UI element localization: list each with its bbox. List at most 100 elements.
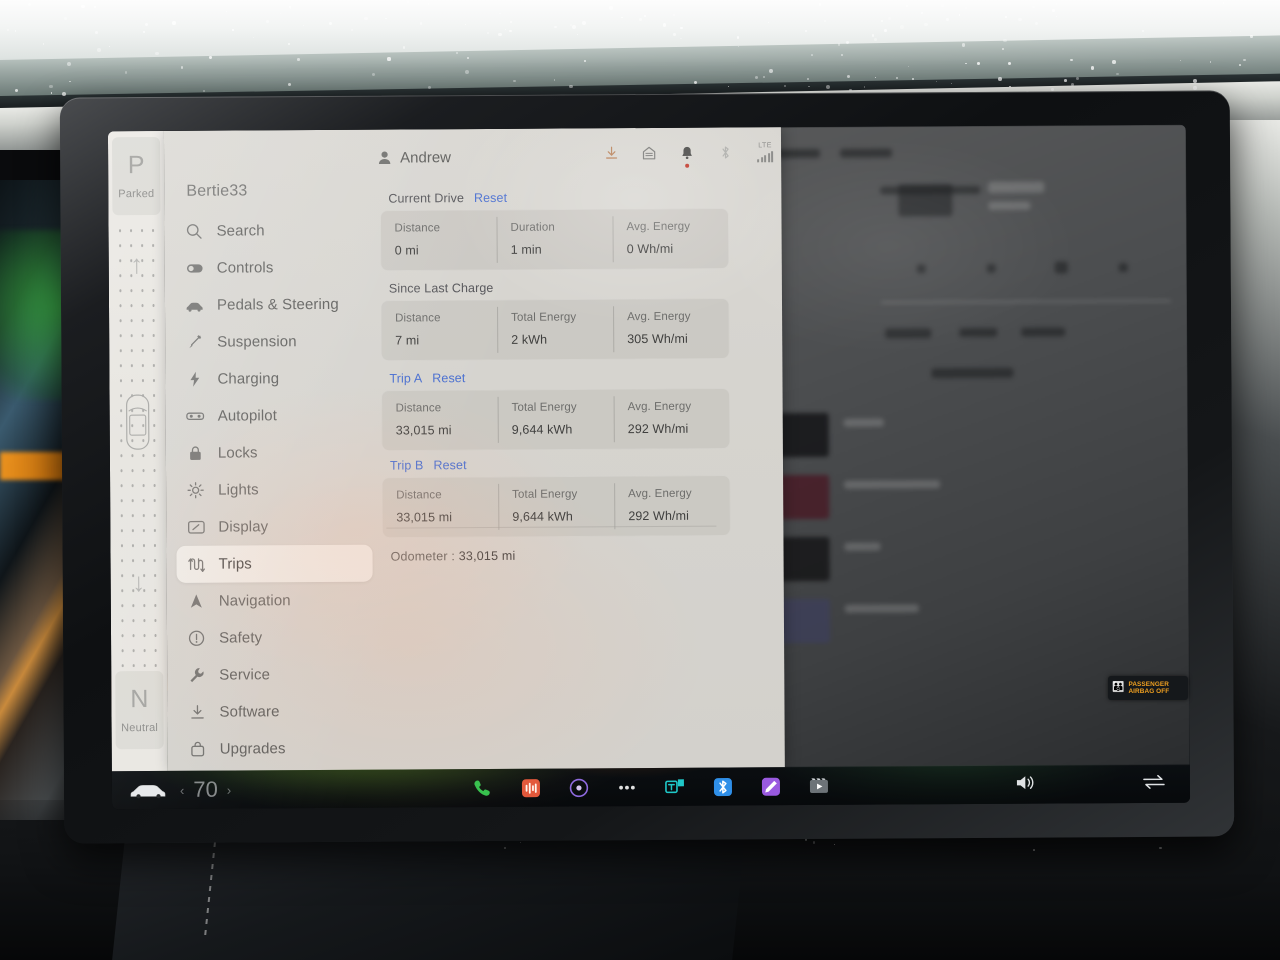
toggle-icon [185, 259, 204, 278]
bluetooth-app-icon[interactable] [711, 775, 734, 798]
stat-label: Distance [396, 489, 442, 502]
stat-value: 33,015 mi [395, 423, 452, 438]
stat-label: Total Energy [512, 488, 578, 501]
sidebar-item-lights[interactable]: Lights [176, 471, 372, 509]
vehicle-controls-icon[interactable] [128, 781, 170, 799]
stat-label: Total Energy [511, 311, 577, 324]
stat-value: 0 mi [394, 243, 419, 258]
gear-neutral-letter: N [130, 684, 149, 713]
taskbar-right [1015, 772, 1166, 796]
trip-section: Since Last Charge Distance 7 mi Total Energ… [380, 279, 730, 361]
sidebar-item-label: Software [219, 703, 280, 721]
sidebar-item-label: Locks [217, 444, 258, 462]
gear-neutral[interactable]: N Neutral [115, 670, 164, 750]
airbag-figure-icon: 👪 [1112, 682, 1125, 693]
bluetooth-icon[interactable] [717, 143, 733, 161]
gear-park[interactable]: P Parked [111, 136, 161, 216]
profile-name: Andrew [400, 148, 452, 167]
sidebar-item-suspension[interactable]: Suspension [175, 323, 371, 361]
sidebar-item-software[interactable]: Software [177, 693, 373, 731]
notification-bell-icon[interactable] [679, 144, 695, 168]
sidebar-item-search[interactable]: Search [174, 212, 370, 250]
home-icon[interactable] [641, 144, 657, 162]
stat-cell: Duration 1 min [496, 209, 612, 270]
section-title[interactable]: Trip A [389, 371, 422, 385]
swap-arrows-icon[interactable] [1142, 772, 1166, 795]
car-icon [185, 296, 204, 315]
stat-value: 305 Wh/mi [627, 331, 688, 347]
sidebar-item-service[interactable]: Service [177, 656, 373, 694]
software-update-download-icon[interactable] [603, 144, 619, 162]
airbag-line-2: AIRBAG OFF [1128, 688, 1170, 695]
gear-up-arrow-icon[interactable]: ↑ [115, 249, 159, 279]
stats-card: Distance 0 mi Duration 1 min Avg. Energy 0 Wh… [380, 208, 729, 271]
sidebar-item-upgrades[interactable]: Upgrades [178, 730, 374, 768]
stat-cell: Avg. Energy 292 Wh/mi [614, 388, 730, 449]
section-header: Trip A Reset [381, 369, 729, 385]
sidebar-item-trips[interactable]: Trips [176, 544, 373, 583]
sidebar-item-label: Lights [218, 481, 259, 499]
status-bar: Andrew LTE [376, 141, 781, 171]
stat-label: Avg. Energy [626, 220, 691, 234]
sidebar-item-label: Safety [218, 629, 263, 647]
gear-down-arrow-icon[interactable]: ↓ [117, 567, 161, 597]
stat-cell: Avg. Energy 305 Wh/mi [613, 298, 729, 359]
download-icon [187, 703, 206, 722]
trip-section: Current Drive Reset Distance 0 mi Duration 1 … [380, 189, 729, 271]
vehicle-top-view-icon [126, 394, 150, 450]
wrench-icon [187, 666, 206, 685]
profile-button[interactable]: Andrew [378, 149, 451, 166]
sidebar-item-label: Display [218, 518, 269, 536]
taskbar: ‹ 70 › [111, 764, 1191, 810]
stat-cell: Total Energy 2 kWh [497, 299, 613, 360]
voice-note-app-icon[interactable] [759, 775, 782, 798]
toybox-app-icon[interactable] [663, 775, 686, 798]
sidebar-item-autopilot[interactable]: Autopilot [176, 397, 372, 435]
reset-button[interactable]: Reset [433, 458, 466, 472]
audio-app-icon[interactable] [519, 776, 542, 799]
stat-label: Distance [394, 222, 441, 235]
settings-nav-list: Search Controls Pedals & Steering Suspensio… [174, 212, 373, 768]
airbag-text: PASSENGER AIRBAG OFF [1128, 681, 1169, 695]
sidebar-item-locks[interactable]: Locks [176, 434, 372, 472]
stat-label: Distance [395, 312, 441, 325]
media-app-icon[interactable] [567, 776, 590, 799]
temp-increase-icon[interactable]: › [227, 782, 231, 797]
sidebar-item-label: Charging [217, 370, 280, 388]
safety-icon [187, 629, 206, 648]
more-apps-icon[interactable] [615, 776, 638, 799]
reset-button[interactable]: Reset [432, 371, 465, 385]
sidebar-item-navigation[interactable]: Navigation [177, 582, 373, 620]
touchscreen[interactable]: P Parked ↑ ↓ N Neutral Bertie33 Search C… [107, 124, 1191, 810]
stat-cell: Total Energy 9,644 kWh [498, 389, 614, 450]
sidebar-item-pedals-steering[interactable]: Pedals & Steering [175, 286, 371, 324]
theater-app-icon[interactable] [807, 774, 830, 797]
trip-section: Trip A Reset Distance 33,015 mi Total Energy… [381, 369, 730, 451]
status-icons: LTE [603, 142, 775, 168]
settings-overlay: Bertie33 Search Controls Pedals & Steering… [163, 127, 785, 771]
sidebar-item-safety[interactable]: Safety [177, 619, 373, 657]
temp-decrease-icon[interactable]: ‹ [180, 782, 184, 797]
reset-button[interactable]: Reset [474, 191, 507, 205]
signal-bars [757, 151, 774, 163]
bag-icon [188, 740, 207, 759]
stat-cell: Distance 0 mi [380, 210, 496, 271]
sidebar-item-label: Search [216, 222, 265, 240]
climate-temperature-control[interactable]: ‹ 70 › [180, 777, 231, 803]
gear-selector-strip[interactable]: P Parked ↑ ↓ N Neutral [107, 130, 168, 772]
section-title[interactable]: Trip B [390, 458, 424, 472]
stat-value: 2 kWh [511, 332, 548, 347]
stat-label: Avg. Energy [628, 487, 692, 501]
gear-drag-track[interactable]: ↑ ↓ [114, 222, 162, 668]
stat-value: 1 min [510, 242, 542, 257]
stat-label: Duration [510, 221, 555, 234]
volume-icon[interactable] [1015, 773, 1037, 796]
sidebar-item-controls[interactable]: Controls [175, 249, 371, 287]
stat-label: Avg. Energy [627, 310, 691, 324]
sidebar-item-charging[interactable]: Charging [175, 360, 371, 398]
settings-content: Andrew LTE Current Drive Reset Distance … [376, 127, 785, 769]
sidebar-item-label: Trips [218, 555, 252, 573]
media-panel-dimmed [719, 124, 1190, 768]
phone-app-icon[interactable] [471, 776, 494, 799]
sidebar-item-display[interactable]: Display [176, 508, 372, 546]
